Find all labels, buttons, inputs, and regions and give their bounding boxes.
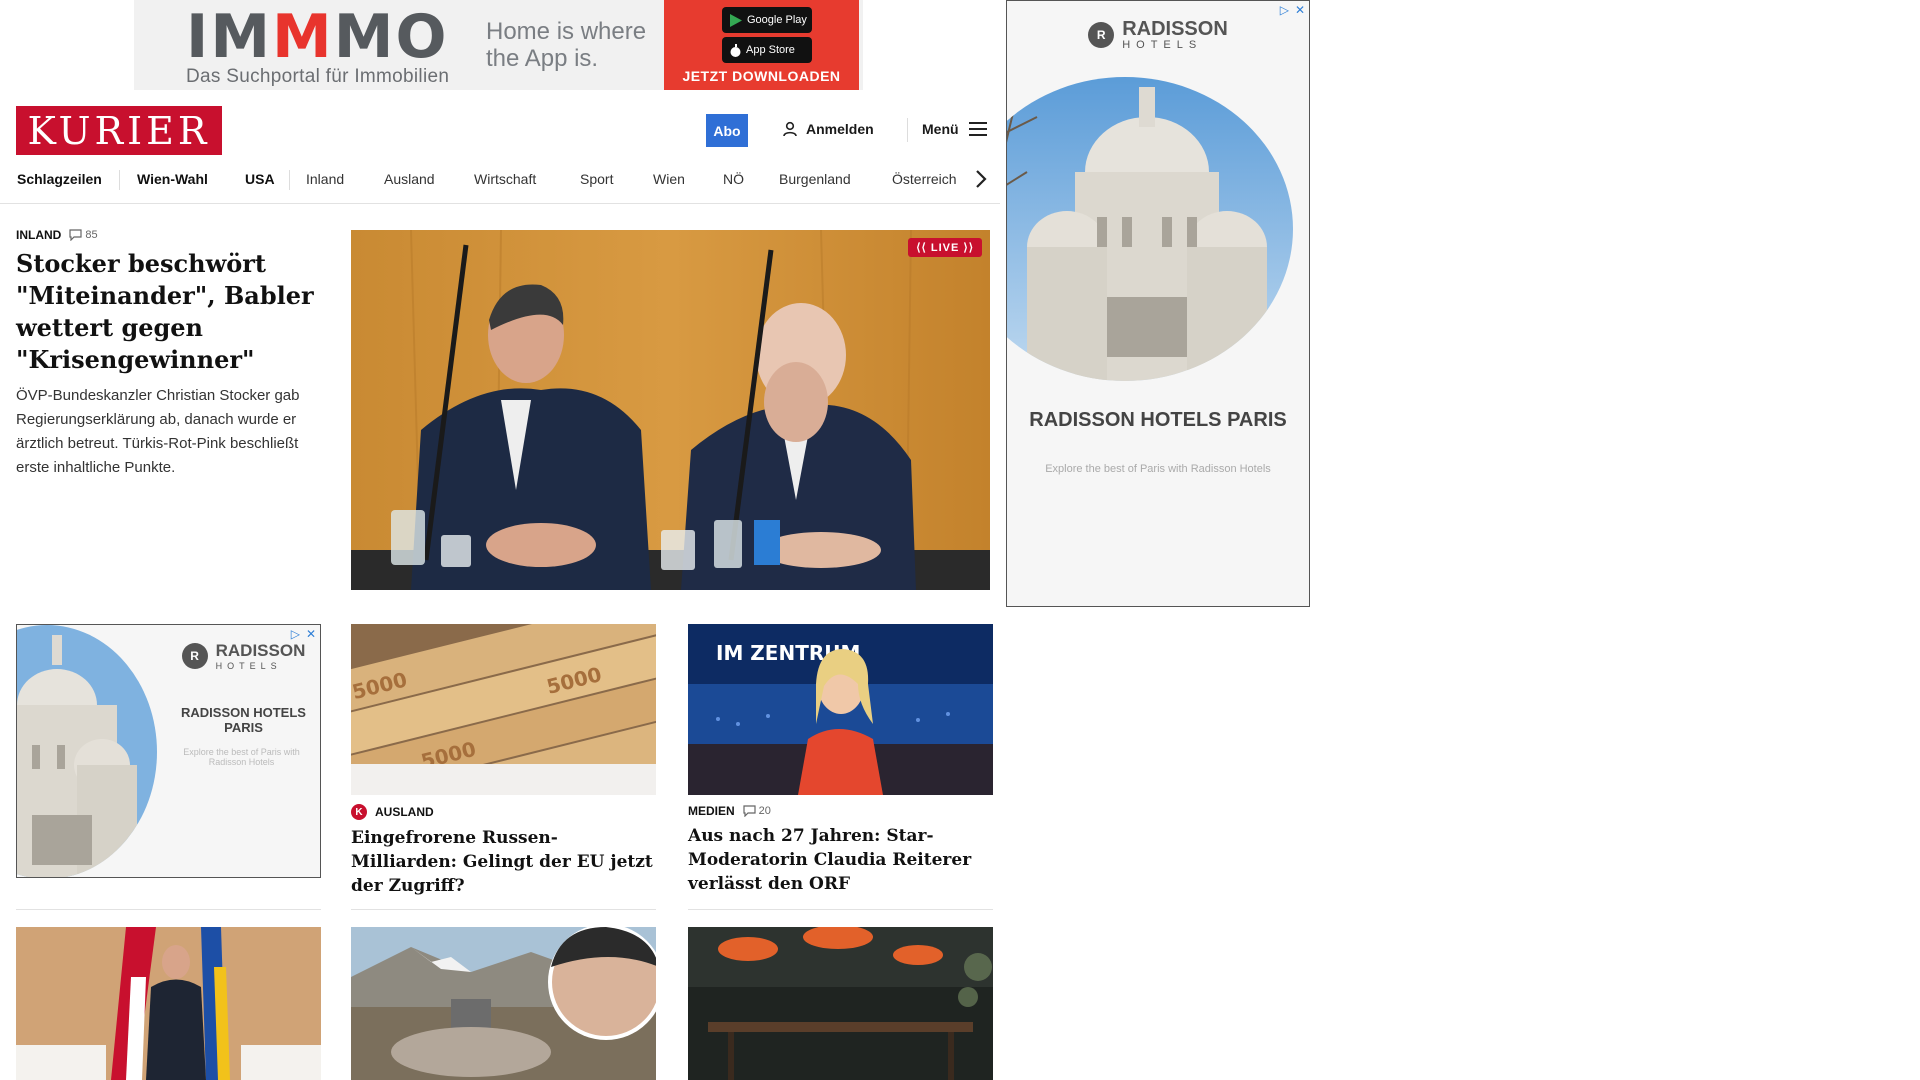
inline-ad-text: Explore the best of Paris with Radisson … (183, 747, 300, 767)
article-headline[interactable]: Aus nach 27 Jahren: Star-Moderatorin Cla… (688, 824, 993, 896)
nav-item-wirtschaft[interactable]: Wirtschaft (474, 171, 536, 187)
comment-count[interactable]: 85 (69, 229, 98, 241)
nav-item-usa[interactable]: USA (245, 171, 275, 187)
row-divider (16, 909, 321, 910)
nav-item-ausland[interactable]: Ausland (384, 171, 435, 187)
adchoices-icon[interactable]: ▷ (1280, 3, 1289, 17)
lead-image[interactable]: ⟨⟨ LIVE ⟩⟩ (351, 230, 990, 590)
nav-item-schlagzeilen[interactable]: Schlagzeilen (17, 171, 102, 187)
article-image-rubles[interactable]: 5000 5000 5000 (351, 624, 656, 795)
nav-item-inland[interactable]: Inland (306, 171, 344, 187)
google-play-badge[interactable]: Google Play (722, 7, 812, 33)
radisson-logo: R RADISSON HOTELS (1007, 19, 1309, 51)
nav-item-oesterreich[interactable]: Österreich (892, 171, 957, 187)
download-cta[interactable]: JETZT DOWNLOADEN (664, 68, 859, 84)
nav-item-burgenland[interactable]: Burgenland (779, 171, 851, 187)
immmo-subtitle: Das Suchportal für Immobilien (186, 66, 450, 87)
article-image-press-conference[interactable] (16, 927, 321, 1080)
abo-button[interactable]: Abo (706, 114, 748, 147)
article-image-imzentrum[interactable]: IM ZENTRUM (688, 624, 993, 795)
side-ad-headline: RADISSON HOTELS PARIS (1029, 409, 1287, 431)
apple-icon (730, 43, 741, 57)
radisson-logo: R RADISSON HOTELS (167, 641, 320, 671)
immmo-brand: IMMMO Das Suchportal für Immobilien (134, 0, 474, 90)
sacre-coeur-photo (17, 625, 157, 877)
side-ad-text: Explore the best of Paris with Radisson … (1045, 463, 1271, 475)
ad-choices[interactable]: ▷ ✕ (1280, 3, 1305, 17)
adchoices-icon[interactable]: ▷ (291, 627, 300, 641)
nav-item-noe[interactable]: NÖ (723, 171, 744, 187)
restaurant-photo (688, 927, 993, 1080)
nav-item-sport[interactable]: Sport (580, 171, 613, 187)
top-banner-ad[interactable]: IMMMO Das Suchportal für Immobilien Home… (134, 0, 863, 90)
article-kicker: INLAND 85 (16, 228, 98, 242)
article-kicker: K AUSLAND (351, 804, 656, 820)
ad-cta-area[interactable]: Google Play App Store JETZT DOWNLOADEN (664, 0, 859, 90)
menu-button[interactable]: Menü (922, 121, 987, 137)
comment-count[interactable]: 20 (743, 805, 771, 817)
row-divider (688, 909, 993, 910)
inline-ad-radisson[interactable]: ▷ ✕ R RADISSON HOTELS RADISSON HOTELS PA… (16, 624, 321, 878)
mountain-memorial-photo (351, 927, 656, 1080)
lead-teaser: ÖVP-Bundeskanzler Christian Stocker gab … (16, 387, 300, 476)
close-icon[interactable]: ✕ (1295, 3, 1305, 17)
live-badge: ⟨⟨ LIVE ⟩⟩ (908, 238, 982, 257)
chevron-right-icon[interactable] (970, 167, 992, 191)
main-nav: Schlagzeilen Wien-Wahl USA Inland Auslan… (0, 162, 1000, 204)
article-kicker: MEDIEN 20 (688, 804, 771, 818)
ad-choices[interactable]: ▷ ✕ (291, 627, 316, 641)
site-header: KURIER Abo Anmelden Menü (0, 96, 1000, 162)
politicians-photo (351, 230, 990, 590)
immmo-logo: IMMMO (186, 2, 449, 72)
kurier-logo[interactable]: KURIER (16, 106, 222, 155)
nav-divider (119, 170, 120, 190)
rubles-photo: 5000 50005000 (351, 624, 656, 795)
article-image-memorial[interactable] (351, 927, 656, 1080)
nav-divider (289, 170, 290, 190)
close-icon[interactable]: ✕ (306, 627, 316, 641)
comment-icon (69, 229, 82, 241)
radisson-mark-icon: R (1088, 22, 1115, 48)
app-store-badge[interactable]: App Store (722, 37, 812, 63)
kurier-plus-badge: K (351, 804, 367, 820)
lead-article-text[interactable]: INLAND 85 Stocker beschwört "Miteinander… (16, 228, 322, 480)
user-icon (783, 121, 797, 137)
header-divider (907, 118, 908, 142)
ad-slogan: Home is where the App is. (486, 18, 647, 72)
article-card-rubles[interactable]: K AUSLAND Eingefrorene Russen-Milliarden… (351, 804, 656, 898)
inline-ad-headline: RADISSON HOTELS PARIS (181, 705, 306, 735)
play-icon (730, 13, 742, 27)
nav-item-wien-wahl[interactable]: Wien-Wahl (137, 171, 208, 187)
nav-item-wien[interactable]: Wien (653, 171, 685, 187)
radisson-mark-icon: R (181, 643, 208, 669)
article-image-restaurant[interactable] (688, 927, 993, 1080)
row-divider (351, 909, 656, 910)
sacre-coeur-photo (1007, 77, 1293, 381)
article-card-reiterer[interactable]: MEDIEN 20 Aus nach 27 Jahren: Star-Moder… (688, 804, 993, 896)
side-ad-radisson[interactable]: ▷ ✕ R RADISSON HOTELS RADISSON HOTELS PA… (1006, 0, 1310, 607)
press-conference-photo (16, 927, 321, 1080)
comment-icon (743, 805, 756, 817)
article-headline[interactable]: Eingefrorene Russen-Milliarden: Gelingt … (351, 826, 656, 898)
login-button[interactable]: Anmelden (782, 121, 874, 137)
tv-studio-photo: IM ZENTRUM (688, 624, 993, 795)
lead-headline[interactable]: Stocker beschwört "Miteinander", Babler … (16, 248, 322, 376)
hamburger-icon (968, 122, 987, 136)
